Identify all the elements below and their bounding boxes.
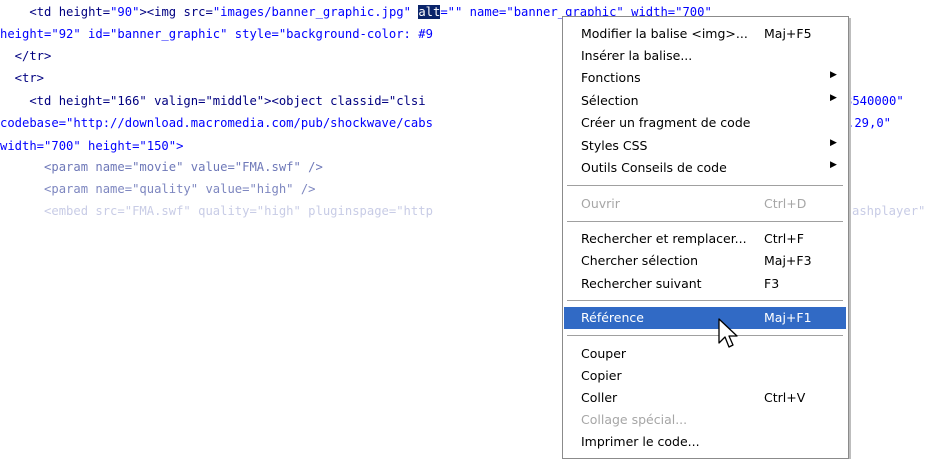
submenu-arrow-icon: ▶ xyxy=(830,160,837,170)
menu-item-find-replace[interactable]: Rechercher et remplacer... Ctrl+F xyxy=(564,228,846,250)
menu-item-shortcut: Ctrl+V xyxy=(764,390,806,405)
code-line: height="92" id="banner_graphic" style="b… xyxy=(0,27,433,41)
menu-item-label: Chercher sélection xyxy=(581,253,698,268)
menu-item-label: Couper xyxy=(581,346,627,361)
menu-separator xyxy=(567,335,843,336)
menu-item-edit-tag[interactable]: Modifier la balise <img>... Maj+F5 xyxy=(564,23,846,45)
menu-item-find-selection[interactable]: Chercher sélection Maj+F3 xyxy=(564,250,846,272)
menu-item-functions[interactable]: Fonctions ▶ xyxy=(564,67,846,89)
menu-item-label: Référence xyxy=(581,310,644,325)
menu-item-label: Fonctions xyxy=(581,70,641,85)
submenu-arrow-icon: ▶ xyxy=(830,93,837,103)
menu-item-label: Modifier la balise <img>... xyxy=(581,26,748,41)
menu-item-code-hints-tools[interactable]: Outils Conseils de code ▶ xyxy=(564,157,846,179)
submenu-arrow-icon: ▶ xyxy=(830,138,837,148)
code-line: </tr> xyxy=(0,49,52,63)
code-line: <embed src="FMA.swf" quality="high" plug… xyxy=(0,204,433,218)
code-line: <param name="quality" value="high" /> xyxy=(0,182,316,196)
submenu-arrow-icon: ▶ xyxy=(830,70,837,80)
code-token: src= xyxy=(183,5,213,19)
menu-item-label: Outils Conseils de code xyxy=(581,160,727,175)
menu-item-copy[interactable]: Copier xyxy=(564,365,846,387)
menu-item-find-next[interactable]: Rechercher suivant F3 xyxy=(564,273,846,295)
menu-item-shortcut: Ctrl+F xyxy=(764,231,804,246)
context-menu: Modifier la balise <img>... Maj+F5 Insér… xyxy=(562,16,849,459)
code-token: <td xyxy=(29,5,59,19)
code-line: <td height="166" valign="middle"><object… xyxy=(0,94,426,108)
menu-separator xyxy=(567,185,843,186)
menu-item-selection[interactable]: Sélection ▶ xyxy=(564,90,846,112)
selected-text[interactable]: alt xyxy=(418,5,441,19)
menu-item-shortcut: Ctrl+D xyxy=(764,196,807,211)
code-line: <tr> xyxy=(0,71,45,85)
code-token: "90" xyxy=(110,5,140,19)
menu-separator xyxy=(567,221,843,222)
code-line: codebase="http://download.macromedia.com… xyxy=(0,116,433,130)
code-line-tail: .29,0" xyxy=(847,116,892,130)
menu-item-label: Styles CSS xyxy=(581,138,648,153)
menu-item-label: Sélection xyxy=(581,93,639,108)
menu-item-open: Ouvrir Ctrl+D xyxy=(564,193,846,215)
menu-item-shortcut: Maj+F1 xyxy=(764,310,812,325)
menu-item-label: Ouvrir xyxy=(581,196,620,211)
menu-item-label: Créer un fragment de code xyxy=(581,115,751,130)
menu-item-label: Rechercher et remplacer... xyxy=(581,231,747,246)
code-line-tail: ashplayer" xyxy=(852,204,926,218)
code-token: height= xyxy=(58,5,111,19)
menu-item-paste-special: Collage spécial... xyxy=(564,409,846,431)
menu-item-print-code[interactable]: Imprimer le code... xyxy=(564,431,846,453)
menu-item-label: Insérer la balise... xyxy=(581,48,693,63)
menu-item-shortcut: F3 xyxy=(764,276,780,291)
menu-item-css-styles[interactable]: Styles CSS ▶ xyxy=(564,135,846,157)
menu-item-label: Copier xyxy=(581,368,622,383)
menu-item-shortcut: Maj+F5 xyxy=(764,26,812,41)
menu-item-shortcut: Maj+F3 xyxy=(764,253,812,268)
menu-item-label: Coller xyxy=(581,390,618,405)
code-line: width="700" height="150"> xyxy=(0,139,184,153)
menu-item-paste[interactable]: Coller Ctrl+V xyxy=(564,387,846,409)
code-line: <param name="movie" value="FMA.swf" /> xyxy=(0,160,323,174)
code-token: "images/banner_graphic.jpg" xyxy=(212,5,411,19)
menu-item-label: Collage spécial... xyxy=(581,412,688,427)
menu-separator xyxy=(567,300,843,301)
menu-item-label: Rechercher suivant xyxy=(581,276,702,291)
menu-item-insert-tag[interactable]: Insérer la balise... xyxy=(564,45,846,67)
code-line-tail: 3540000" xyxy=(845,94,904,108)
menu-item-label: Imprimer le code... xyxy=(581,434,700,449)
code-token: ><img xyxy=(139,5,184,19)
arrow-pointer-icon xyxy=(718,318,738,348)
menu-item-reference[interactable]: Référence Maj+F1 xyxy=(564,307,846,329)
menu-item-cut[interactable]: Couper xyxy=(564,343,846,365)
menu-item-create-snippet[interactable]: Créer un fragment de code xyxy=(564,112,846,134)
